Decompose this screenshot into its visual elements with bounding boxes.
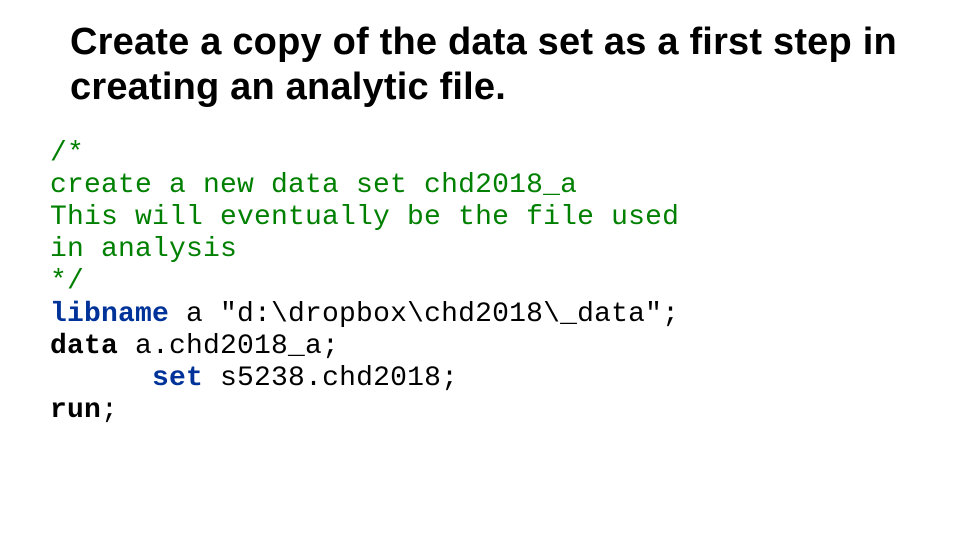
code-keyword-data: data — [50, 331, 118, 362]
code-block: /* create a new data set chd2018_a This … — [50, 138, 910, 428]
code-indent — [50, 363, 152, 394]
code-text: s5238.chd2018; — [203, 363, 458, 394]
code-text: ; — [101, 395, 118, 426]
code-keyword-run: run — [50, 395, 101, 426]
code-text: a.chd2018_a; — [118, 331, 339, 362]
code-keyword-libname: libname — [50, 299, 169, 330]
code-comment-line: create a new data set chd2018_a — [50, 170, 577, 201]
code-text: a "d:\dropbox\chd2018\_data"; — [169, 299, 679, 330]
slide-title: Create a copy of the data set as a first… — [70, 20, 910, 110]
code-comment-line: This will eventually be the file used — [50, 202, 679, 233]
code-comment-start: /* — [50, 138, 84, 169]
code-keyword-set: set — [152, 363, 203, 394]
code-comment-line: in analysis — [50, 234, 237, 265]
code-comment-end: */ — [50, 266, 84, 297]
slide: Create a copy of the data set as a first… — [0, 0, 960, 540]
